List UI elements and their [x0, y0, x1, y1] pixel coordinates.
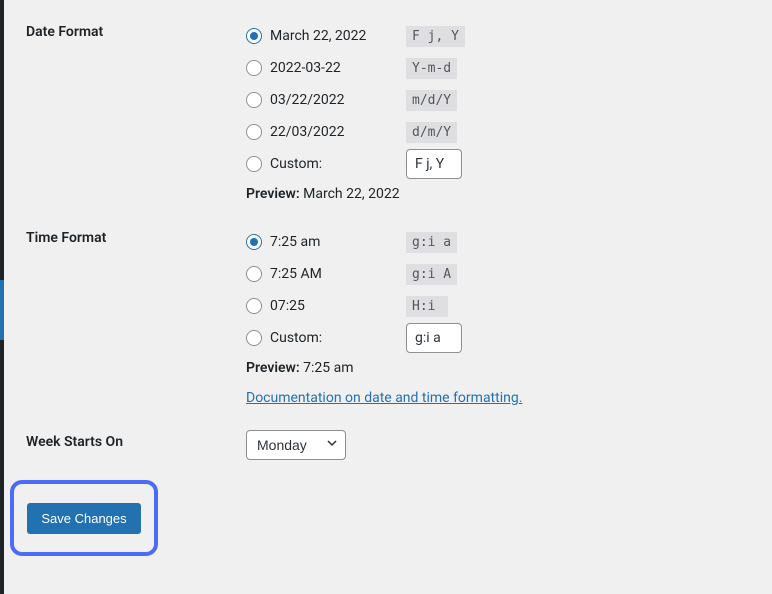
date-format-example: 22/03/2022: [270, 124, 345, 140]
date-format-option: March 22, 2022 F j, Y: [246, 20, 772, 52]
time-format-row: Time Format 7:25 am g:i a 7:25 AM g:i A: [26, 226, 772, 406]
save-button-highlight: Save Changes: [10, 480, 158, 556]
date-format-radio[interactable]: [246, 60, 262, 76]
date-format-code: m/d/Y: [406, 90, 457, 111]
date-format-code: Y-m-d: [406, 58, 457, 79]
time-format-example: 7:25 am: [270, 234, 320, 250]
date-format-custom-radio-label[interactable]: Custom:: [246, 156, 406, 172]
date-format-radio-label[interactable]: 2022-03-22: [246, 60, 406, 76]
date-format-example: March 22, 2022: [270, 28, 366, 44]
time-format-radio-label[interactable]: 07:25: [246, 298, 406, 314]
date-format-options: March 22, 2022 F j, Y 2022-03-22 Y-m-d 0…: [246, 20, 772, 202]
time-format-radio[interactable]: [246, 266, 262, 282]
date-format-radio[interactable]: [246, 124, 262, 140]
time-format-code: g:i a: [406, 232, 457, 253]
date-format-heading: Date Format: [26, 20, 246, 40]
week-starts-heading: Week Starts On: [26, 430, 246, 450]
date-format-code: F j, Y: [406, 26, 465, 47]
week-starts-content: Monday: [246, 430, 772, 460]
preview-label: Preview:: [246, 360, 300, 376]
date-format-radio-label[interactable]: 03/22/2022: [246, 92, 406, 108]
time-format-option: 7:25 AM g:i A: [246, 258, 772, 290]
week-starts-row: Week Starts On Monday: [26, 430, 772, 460]
time-format-custom-radio[interactable]: [246, 330, 262, 346]
date-format-row: Date Format March 22, 2022 F j, Y 2022-0…: [26, 20, 772, 202]
date-format-option: 2022-03-22 Y-m-d: [246, 52, 772, 84]
date-format-option: 22/03/2022 d/m/Y: [246, 116, 772, 148]
time-format-example: 07:25: [270, 298, 305, 314]
date-format-custom-radio[interactable]: [246, 156, 262, 172]
time-format-radio-label[interactable]: 7:25 AM: [246, 266, 406, 282]
date-format-custom-label: Custom:: [270, 156, 322, 172]
date-format-radio-label[interactable]: March 22, 2022: [246, 28, 406, 44]
time-format-radio[interactable]: [246, 298, 262, 314]
preview-value: 7:25 am: [303, 360, 353, 376]
date-format-radio-label[interactable]: 22/03/2022: [246, 124, 406, 140]
date-format-example: 2022-03-22: [270, 60, 341, 76]
time-format-option: 07:25 H:i: [246, 290, 772, 322]
date-format-custom-row: Custom:: [246, 148, 772, 180]
time-format-heading: Time Format: [26, 226, 246, 246]
save-changes-button[interactable]: Save Changes: [27, 503, 140, 534]
time-format-option: 7:25 am g:i a: [246, 226, 772, 258]
date-time-doc-link[interactable]: Documentation on date and time formattin…: [246, 390, 522, 406]
week-starts-select[interactable]: Monday: [246, 430, 346, 460]
time-format-custom-radio-label[interactable]: Custom:: [246, 330, 406, 346]
time-format-custom-row: Custom:: [246, 322, 772, 354]
time-format-radio-label[interactable]: 7:25 am: [246, 234, 406, 250]
time-format-code: g:i A: [406, 264, 457, 285]
date-format-example: 03/22/2022: [270, 92, 345, 108]
date-format-option: 03/22/2022 m/d/Y: [246, 84, 772, 116]
preview-label: Preview:: [246, 186, 300, 202]
date-format-radio[interactable]: [246, 92, 262, 108]
date-format-radio[interactable]: [246, 28, 262, 44]
time-format-code: H:i: [406, 296, 448, 317]
week-starts-select-wrap: Monday: [246, 430, 346, 460]
date-format-custom-input[interactable]: [406, 149, 462, 179]
time-format-options: 7:25 am g:i a 7:25 AM g:i A 07:25 H:i: [246, 226, 772, 406]
time-format-preview: Preview: 7:25 am: [246, 360, 772, 376]
date-format-code: d/m/Y: [406, 122, 457, 143]
time-format-custom-input[interactable]: [406, 323, 462, 353]
time-format-custom-label: Custom:: [270, 330, 322, 346]
time-format-radio[interactable]: [246, 234, 262, 250]
preview-value: March 22, 2022: [303, 186, 399, 202]
date-format-preview: Preview: March 22, 2022: [246, 186, 772, 202]
time-format-example: 7:25 AM: [270, 266, 322, 282]
